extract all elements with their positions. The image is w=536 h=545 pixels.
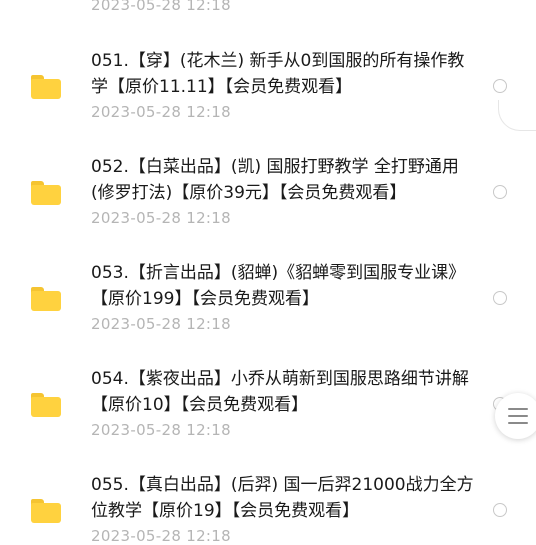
folder-icon (31, 75, 61, 99)
item-date: 2023-05-28 12:18 (91, 527, 231, 545)
menu-icon-bar (508, 415, 528, 417)
select-radio[interactable] (493, 185, 507, 199)
select-radio[interactable] (493, 291, 507, 305)
previous-item-date: 2023-05-28 12:18 (91, 0, 231, 14)
edge-decoration (498, 100, 536, 131)
item-date: 2023-05-28 12:18 (91, 209, 231, 227)
item-title: 055.【真白出品】(后羿) 国一后羿21000战力全方位教学【原价19】【会员… (91, 475, 474, 521)
item-title: 054.【紫夜出品】小乔从萌新到国服思路细节讲解【原价10】【会员免费观看】 (91, 369, 469, 415)
item-date: 2023-05-28 12:18 (91, 315, 231, 333)
menu-button[interactable] (495, 393, 536, 439)
menu-icon-bar (508, 422, 528, 424)
folder-icon (31, 393, 61, 417)
select-radio[interactable] (493, 503, 507, 517)
folder-icon (31, 181, 61, 205)
item-title: 053.【折言出品】(貂蝉)《貂蝉零到国服专业课》【原价199】【会员免费观看】 (91, 263, 466, 309)
item-date: 2023-05-28 12:18 (91, 103, 231, 121)
folder-icon (31, 287, 61, 311)
item-date: 2023-05-28 12:18 (91, 421, 231, 439)
select-radio[interactable] (493, 79, 507, 93)
folder-icon (31, 499, 61, 523)
item-title: 051.【穿】(花木兰) 新手从0到国服的所有操作教学【原价11.11】【会员免… (91, 51, 465, 97)
item-title: 052.【白菜出品】(凯) 国服打野教学 全打野通用 (修罗打法)【原价39元】… (91, 157, 459, 203)
menu-icon (508, 408, 528, 410)
